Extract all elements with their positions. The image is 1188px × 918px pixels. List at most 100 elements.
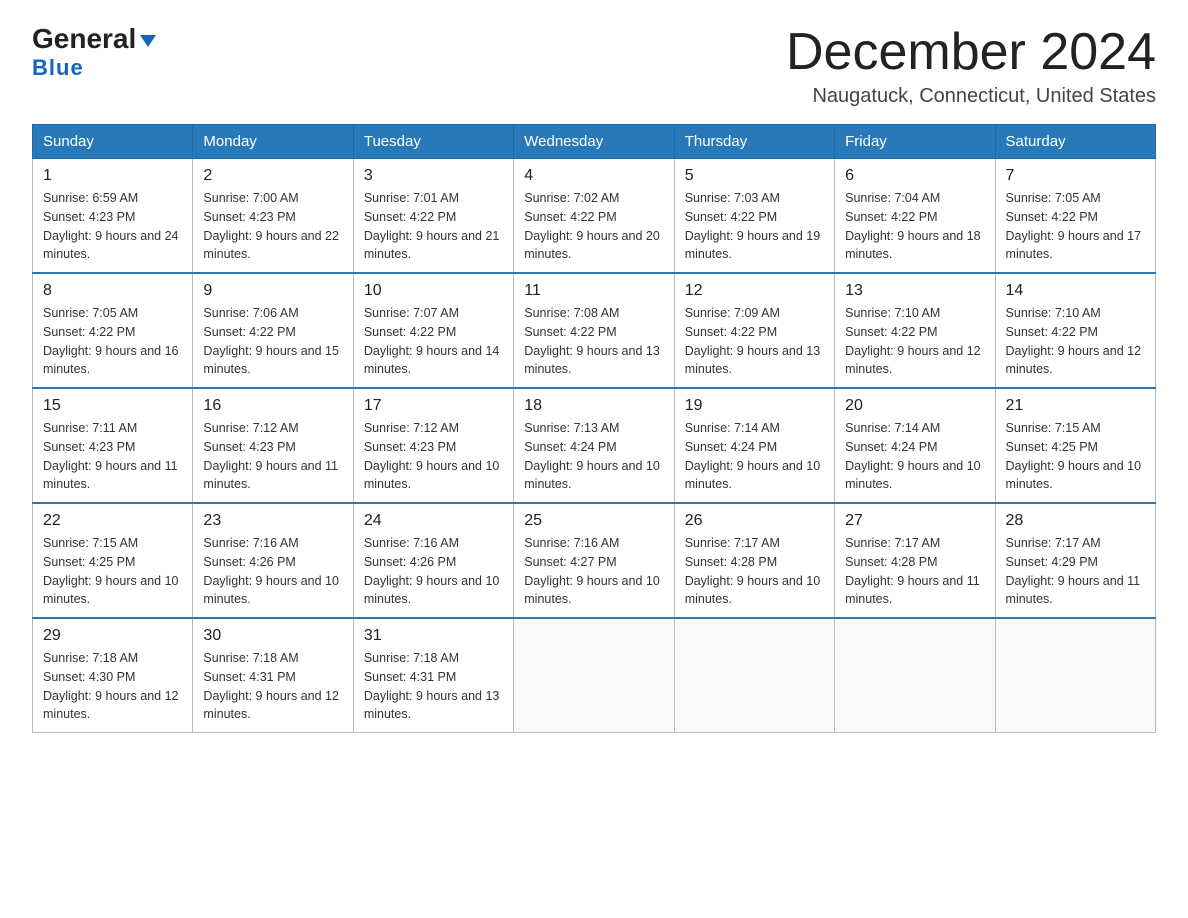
calendar-day-cell [835, 618, 995, 733]
day-info: Sunrise: 7:05 AM Sunset: 4:22 PM Dayligh… [43, 304, 182, 379]
day-info: Sunrise: 7:04 AM Sunset: 4:22 PM Dayligh… [845, 189, 984, 264]
day-info: Sunrise: 7:12 AM Sunset: 4:23 PM Dayligh… [364, 419, 503, 494]
day-number: 22 [43, 512, 182, 530]
calendar-week-row: 1 Sunrise: 6:59 AM Sunset: 4:23 PM Dayli… [33, 159, 1156, 274]
title-section: December 2024 Naugatuck, Connecticut, Un… [786, 24, 1156, 108]
calendar-week-row: 29 Sunrise: 7:18 AM Sunset: 4:30 PM Dayl… [33, 618, 1156, 733]
day-number: 27 [845, 512, 984, 530]
calendar-week-row: 15 Sunrise: 7:11 AM Sunset: 4:23 PM Dayl… [33, 388, 1156, 503]
logo-line1: General [32, 24, 156, 55]
calendar-day-cell: 8 Sunrise: 7:05 AM Sunset: 4:22 PM Dayli… [33, 273, 193, 388]
day-info: Sunrise: 7:12 AM Sunset: 4:23 PM Dayligh… [203, 419, 342, 494]
day-number: 29 [43, 627, 182, 645]
calendar-table: Sunday Monday Tuesday Wednesday Thursday… [32, 124, 1156, 733]
day-info: Sunrise: 7:02 AM Sunset: 4:22 PM Dayligh… [524, 189, 663, 264]
day-number: 23 [203, 512, 342, 530]
day-number: 31 [364, 627, 503, 645]
day-number: 12 [685, 282, 824, 300]
calendar-week-row: 8 Sunrise: 7:05 AM Sunset: 4:22 PM Dayli… [33, 273, 1156, 388]
day-info: Sunrise: 7:10 AM Sunset: 4:22 PM Dayligh… [845, 304, 984, 379]
calendar-day-cell: 5 Sunrise: 7:03 AM Sunset: 4:22 PM Dayli… [674, 159, 834, 274]
day-info: Sunrise: 7:08 AM Sunset: 4:22 PM Dayligh… [524, 304, 663, 379]
day-number: 26 [685, 512, 824, 530]
day-info: Sunrise: 7:18 AM Sunset: 4:31 PM Dayligh… [203, 649, 342, 724]
weekday-header-row: Sunday Monday Tuesday Wednesday Thursday… [33, 125, 1156, 159]
calendar-day-cell: 2 Sunrise: 7:00 AM Sunset: 4:23 PM Dayli… [193, 159, 353, 274]
header-thursday: Thursday [674, 125, 834, 159]
calendar-day-cell: 27 Sunrise: 7:17 AM Sunset: 4:28 PM Dayl… [835, 503, 995, 618]
logo: General Blue [32, 24, 156, 81]
calendar-day-cell: 3 Sunrise: 7:01 AM Sunset: 4:22 PM Dayli… [353, 159, 513, 274]
day-info: Sunrise: 7:05 AM Sunset: 4:22 PM Dayligh… [1006, 189, 1145, 264]
calendar-day-cell [674, 618, 834, 733]
day-info: Sunrise: 7:13 AM Sunset: 4:24 PM Dayligh… [524, 419, 663, 494]
day-info: Sunrise: 7:00 AM Sunset: 4:23 PM Dayligh… [203, 189, 342, 264]
day-number: 8 [43, 282, 182, 300]
day-number: 24 [364, 512, 503, 530]
calendar-day-cell: 10 Sunrise: 7:07 AM Sunset: 4:22 PM Dayl… [353, 273, 513, 388]
day-number: 4 [524, 167, 663, 185]
day-number: 28 [1006, 512, 1145, 530]
day-number: 21 [1006, 397, 1145, 415]
day-number: 19 [685, 397, 824, 415]
calendar-day-cell: 18 Sunrise: 7:13 AM Sunset: 4:24 PM Dayl… [514, 388, 674, 503]
calendar-week-row: 22 Sunrise: 7:15 AM Sunset: 4:25 PM Dayl… [33, 503, 1156, 618]
month-title: December 2024 [786, 24, 1156, 81]
day-number: 16 [203, 397, 342, 415]
calendar-day-cell: 1 Sunrise: 6:59 AM Sunset: 4:23 PM Dayli… [33, 159, 193, 274]
logo-line2: Blue [32, 55, 84, 81]
header-tuesday: Tuesday [353, 125, 513, 159]
header-friday: Friday [835, 125, 995, 159]
header-saturday: Saturday [995, 125, 1155, 159]
calendar-day-cell: 11 Sunrise: 7:08 AM Sunset: 4:22 PM Dayl… [514, 273, 674, 388]
day-number: 15 [43, 397, 182, 415]
calendar-day-cell: 28 Sunrise: 7:17 AM Sunset: 4:29 PM Dayl… [995, 503, 1155, 618]
day-info: Sunrise: 7:18 AM Sunset: 4:30 PM Dayligh… [43, 649, 182, 724]
day-number: 25 [524, 512, 663, 530]
day-info: Sunrise: 7:09 AM Sunset: 4:22 PM Dayligh… [685, 304, 824, 379]
day-number: 5 [685, 167, 824, 185]
calendar-day-cell: 30 Sunrise: 7:18 AM Sunset: 4:31 PM Dayl… [193, 618, 353, 733]
day-number: 13 [845, 282, 984, 300]
day-number: 17 [364, 397, 503, 415]
day-info: Sunrise: 7:01 AM Sunset: 4:22 PM Dayligh… [364, 189, 503, 264]
day-info: Sunrise: 7:14 AM Sunset: 4:24 PM Dayligh… [685, 419, 824, 494]
calendar-day-cell: 23 Sunrise: 7:16 AM Sunset: 4:26 PM Dayl… [193, 503, 353, 618]
calendar-day-cell: 26 Sunrise: 7:17 AM Sunset: 4:28 PM Dayl… [674, 503, 834, 618]
calendar-day-cell [514, 618, 674, 733]
calendar-day-cell: 9 Sunrise: 7:06 AM Sunset: 4:22 PM Dayli… [193, 273, 353, 388]
day-number: 2 [203, 167, 342, 185]
header-sunday: Sunday [33, 125, 193, 159]
day-info: Sunrise: 7:16 AM Sunset: 4:26 PM Dayligh… [203, 534, 342, 609]
day-info: Sunrise: 7:15 AM Sunset: 4:25 PM Dayligh… [1006, 419, 1145, 494]
day-number: 10 [364, 282, 503, 300]
calendar-day-cell: 24 Sunrise: 7:16 AM Sunset: 4:26 PM Dayl… [353, 503, 513, 618]
calendar-day-cell: 13 Sunrise: 7:10 AM Sunset: 4:22 PM Dayl… [835, 273, 995, 388]
day-info: Sunrise: 7:10 AM Sunset: 4:22 PM Dayligh… [1006, 304, 1145, 379]
day-info: Sunrise: 7:18 AM Sunset: 4:31 PM Dayligh… [364, 649, 503, 724]
day-info: Sunrise: 7:03 AM Sunset: 4:22 PM Dayligh… [685, 189, 824, 264]
calendar-day-cell [995, 618, 1155, 733]
day-info: Sunrise: 7:15 AM Sunset: 4:25 PM Dayligh… [43, 534, 182, 609]
day-info: Sunrise: 7:17 AM Sunset: 4:28 PM Dayligh… [685, 534, 824, 609]
day-info: Sunrise: 7:07 AM Sunset: 4:22 PM Dayligh… [364, 304, 503, 379]
day-number: 20 [845, 397, 984, 415]
day-number: 1 [43, 167, 182, 185]
calendar-day-cell: 25 Sunrise: 7:16 AM Sunset: 4:27 PM Dayl… [514, 503, 674, 618]
calendar-day-cell: 22 Sunrise: 7:15 AM Sunset: 4:25 PM Dayl… [33, 503, 193, 618]
day-number: 18 [524, 397, 663, 415]
calendar-day-cell: 21 Sunrise: 7:15 AM Sunset: 4:25 PM Dayl… [995, 388, 1155, 503]
header-monday: Monday [193, 125, 353, 159]
day-number: 6 [845, 167, 984, 185]
header-wednesday: Wednesday [514, 125, 674, 159]
day-number: 14 [1006, 282, 1145, 300]
page-header: General Blue December 2024 Naugatuck, Co… [32, 24, 1156, 108]
calendar-day-cell: 20 Sunrise: 7:14 AM Sunset: 4:24 PM Dayl… [835, 388, 995, 503]
calendar-day-cell: 17 Sunrise: 7:12 AM Sunset: 4:23 PM Dayl… [353, 388, 513, 503]
day-info: Sunrise: 7:11 AM Sunset: 4:23 PM Dayligh… [43, 419, 182, 494]
calendar-day-cell: 15 Sunrise: 7:11 AM Sunset: 4:23 PM Dayl… [33, 388, 193, 503]
calendar-day-cell: 29 Sunrise: 7:18 AM Sunset: 4:30 PM Dayl… [33, 618, 193, 733]
calendar-day-cell: 4 Sunrise: 7:02 AM Sunset: 4:22 PM Dayli… [514, 159, 674, 274]
calendar-day-cell: 7 Sunrise: 7:05 AM Sunset: 4:22 PM Dayli… [995, 159, 1155, 274]
day-info: Sunrise: 7:17 AM Sunset: 4:28 PM Dayligh… [845, 534, 984, 609]
